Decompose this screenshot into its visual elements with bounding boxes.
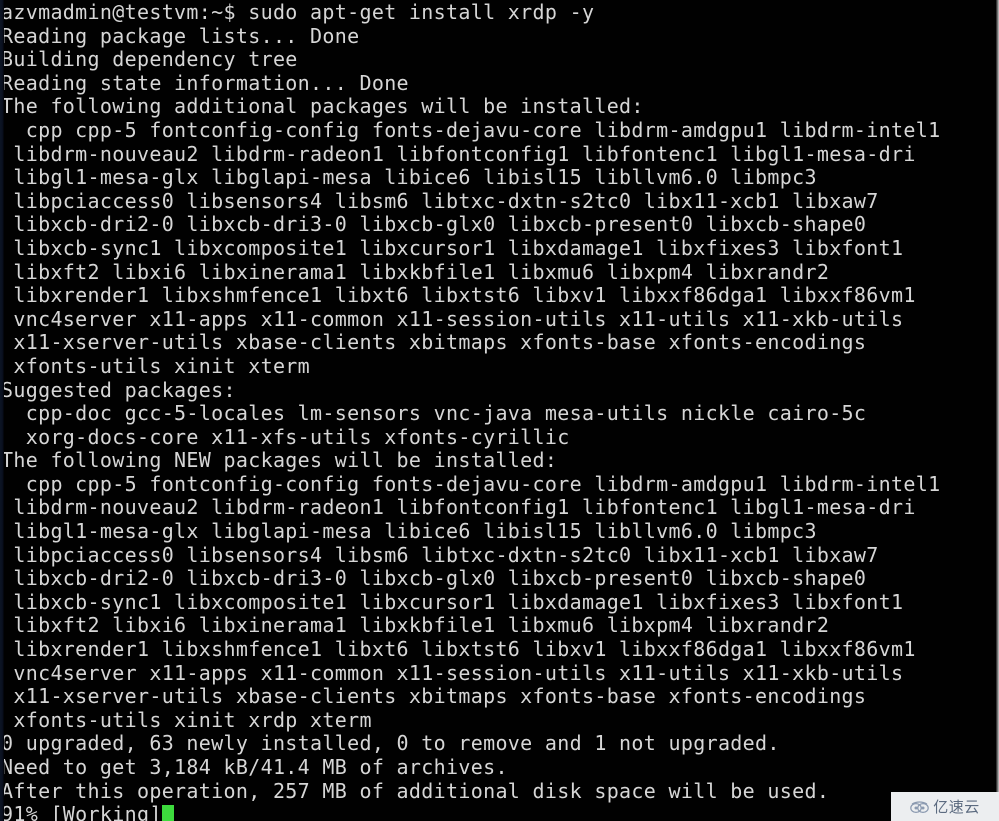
block-cursor	[161, 805, 174, 821]
terminal-line: libdrm-nouveau2 libdrm-radeon1 libfontco…	[1, 495, 916, 520]
terminal-output: azvmadmin@testvm:~$ sudo apt-get install…	[0, 0, 999, 803]
terminal-line: libxft2 libxi6 libxinerama1 libxkbfile1 …	[1, 259, 830, 284]
terminal-line: libgl1-mesa-glx libglapi-mesa libice6 li…	[1, 519, 817, 544]
terminal-line: cpp-doc gcc-5-locales lm-sensors vnc-jav…	[1, 401, 867, 426]
cloud-icon	[910, 800, 930, 814]
terminal-line: cpp cpp-5 fontconfig-config fonts-dejavu…	[1, 117, 941, 142]
terminal-line: vnc4server x11-apps x11-common x11-sessi…	[1, 306, 904, 331]
terminal-line: azvmadmin@testvm:~$ sudo apt-get install…	[1, 0, 595, 24]
terminal-line: The following additional packages will b…	[1, 94, 644, 119]
terminal-line: Suggested packages:	[1, 377, 236, 402]
terminal-line: 0 upgraded, 63 newly installed, 0 to rem…	[1, 731, 780, 756]
terminal-line: libdrm-nouveau2 libdrm-radeon1 libfontco…	[1, 141, 916, 166]
window-left-edge	[0, 0, 4, 821]
terminal-line: Reading package lists... Done	[1, 23, 360, 48]
terminal-line: libxcb-sync1 libxcomposite1 libxcursor1 …	[1, 589, 904, 614]
terminal-line: cpp cpp-5 fontconfig-config fonts-dejavu…	[1, 471, 941, 496]
terminal-screen[interactable]: azvmadmin@testvm:~$ sudo apt-get install…	[0, 0, 999, 821]
terminal-line: xfonts-utils xinit xterm	[1, 353, 311, 378]
terminal-line: libxcb-sync1 libxcomposite1 libxcursor1 …	[1, 235, 904, 260]
terminal-line: libxft2 libxi6 libxinerama1 libxkbfile1 …	[1, 613, 830, 638]
terminal-line: libxcb-dri2-0 libxcb-dri3-0 libxcb-glx0 …	[1, 566, 867, 591]
terminal-line: Need to get 3,184 kB/41.4 MB of archives…	[1, 755, 508, 779]
terminal-line: Reading state information... Done	[1, 70, 409, 95]
watermark: 亿速云	[891, 792, 999, 821]
terminal-line: x11-xserver-utils xbase-clients xbitmaps…	[1, 684, 867, 709]
terminal-line: Building dependency tree	[1, 47, 298, 72]
terminal-line: vnc4server x11-apps x11-common x11-sessi…	[1, 660, 904, 685]
terminal-line: libxcb-dri2-0 libxcb-dri3-0 libxcb-glx0 …	[1, 212, 867, 237]
progress-text: 91% [Working]	[1, 802, 162, 821]
watermark-text: 亿速云	[933, 798, 980, 816]
terminal-line: libpciaccess0 libsensors4 libsm6 libtxc-…	[1, 188, 879, 213]
terminal-line: libpciaccess0 libsensors4 libsm6 libtxc-…	[1, 542, 879, 567]
terminal-line: libxrender1 libxshmfence1 libxt6 libxtst…	[1, 637, 916, 662]
terminal-line: The following NEW packages will be insta…	[1, 448, 558, 473]
terminal-line: xfonts-utils xinit xrdp xterm	[1, 707, 372, 732]
progress-line: 91% [Working]	[0, 802, 999, 821]
terminal-line: xorg-docs-core x11-xfs-utils xfonts-cyri…	[1, 424, 570, 449]
terminal-line: libgl1-mesa-glx libglapi-mesa libice6 li…	[1, 165, 817, 190]
terminal-window[interactable]: azvmadmin@testvm:~$ sudo apt-get install…	[0, 0, 999, 821]
terminal-line: After this operation, 257 MB of addition…	[1, 778, 830, 803]
terminal-line: x11-xserver-utils xbase-clients xbitmaps…	[1, 330, 867, 355]
terminal-line: libxrender1 libxshmfence1 libxt6 libxtst…	[1, 283, 916, 308]
